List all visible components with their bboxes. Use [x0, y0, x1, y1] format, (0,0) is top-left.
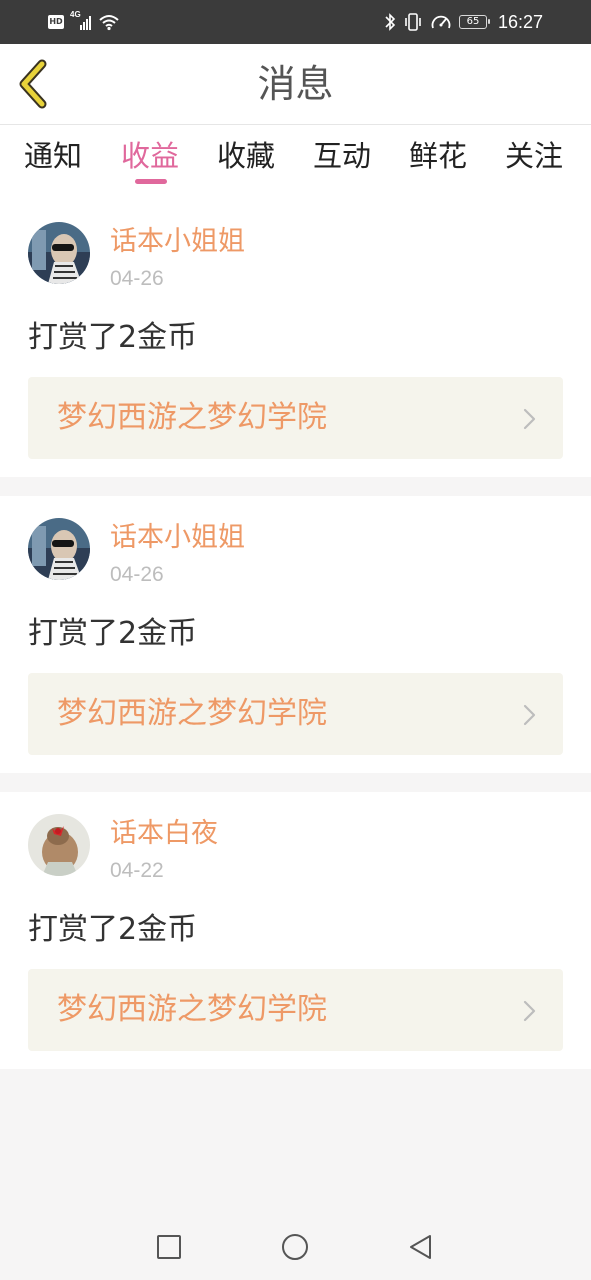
back-button[interactable]	[14, 58, 58, 110]
wifi-icon	[98, 13, 120, 31]
recent-apps-button[interactable]	[154, 1232, 184, 1262]
tab-favorites[interactable]: 收藏	[217, 125, 275, 187]
username[interactable]: 话本小姐姐	[110, 222, 245, 262]
message-text: 打赏了2金币	[28, 616, 198, 651]
page-title: 消息	[257, 62, 334, 106]
message-card: 话本小姐姐 04-26 打赏了2金币 梦幻西游之梦幻学院	[0, 200, 591, 477]
recent-apps-icon	[157, 1235, 181, 1259]
avatar[interactable]	[28, 222, 90, 284]
chevron-right-icon	[523, 704, 536, 726]
message-list: 话本小姐姐 04-26 打赏了2金币 梦幻西游之梦幻学院 话本小姐姐 04-26…	[0, 200, 591, 1088]
chevron-right-icon	[523, 1000, 536, 1022]
active-tab-indicator	[135, 179, 167, 184]
username[interactable]: 话本白夜	[110, 814, 218, 854]
book-link[interactable]: 梦幻西游之梦幻学院	[28, 673, 563, 755]
message-text: 打赏了2金币	[28, 912, 198, 947]
message-card: 话本白夜 04-22 打赏了2金币 梦幻西游之梦幻学院	[0, 792, 591, 1069]
chevron-right-icon	[523, 408, 536, 430]
tab-following[interactable]: 关注	[505, 125, 563, 187]
battery-icon: 65	[458, 15, 490, 29]
tab-bar: 通知 收益 收藏 互动 鲜花 关注	[0, 125, 591, 200]
message-card: 话本小姐姐 04-26 打赏了2金币 梦幻西游之梦幻学院	[0, 496, 591, 773]
message-date: 04-26	[110, 563, 164, 586]
home-button[interactable]	[280, 1232, 310, 1262]
tab-earnings[interactable]: 收益	[121, 125, 179, 187]
avatar[interactable]	[28, 814, 90, 876]
message-date: 04-22	[110, 859, 164, 882]
book-link[interactable]: 梦幻西游之梦幻学院	[28, 969, 563, 1051]
book-title: 梦幻西游之梦幻学院	[57, 992, 327, 1027]
status-bar-right: 65 16:27	[384, 10, 543, 34]
system-back-button[interactable]	[406, 1232, 436, 1262]
username[interactable]: 话本小姐姐	[110, 518, 245, 558]
status-bar-left: HD 4G	[48, 10, 120, 32]
header: 消息	[0, 44, 591, 125]
book-title: 梦幻西游之梦幻学院	[57, 400, 327, 435]
status-time: 16:27	[497, 11, 543, 32]
home-icon	[282, 1234, 308, 1260]
tab-flowers[interactable]: 鲜花	[409, 125, 467, 187]
tab-notifications[interactable]: 通知	[24, 125, 82, 187]
tab-interactions[interactable]: 互动	[313, 125, 371, 187]
message-date: 04-26	[110, 267, 164, 290]
bluetooth-icon	[384, 12, 396, 32]
speedometer-icon	[430, 12, 452, 32]
chevron-left-icon	[19, 59, 47, 109]
system-nav-bar	[0, 1214, 591, 1280]
book-link[interactable]: 梦幻西游之梦幻学院	[28, 377, 563, 459]
book-title: 梦幻西游之梦幻学院	[57, 696, 327, 731]
signal-icon: 4G	[70, 10, 92, 31]
vibrate-icon	[403, 12, 423, 32]
message-text: 打赏了2金币	[28, 320, 198, 355]
status-bar: HD 4G 65 16:27	[0, 0, 591, 44]
avatar[interactable]	[28, 518, 90, 580]
hd-icon: HD	[48, 15, 64, 29]
back-icon	[410, 1235, 431, 1259]
